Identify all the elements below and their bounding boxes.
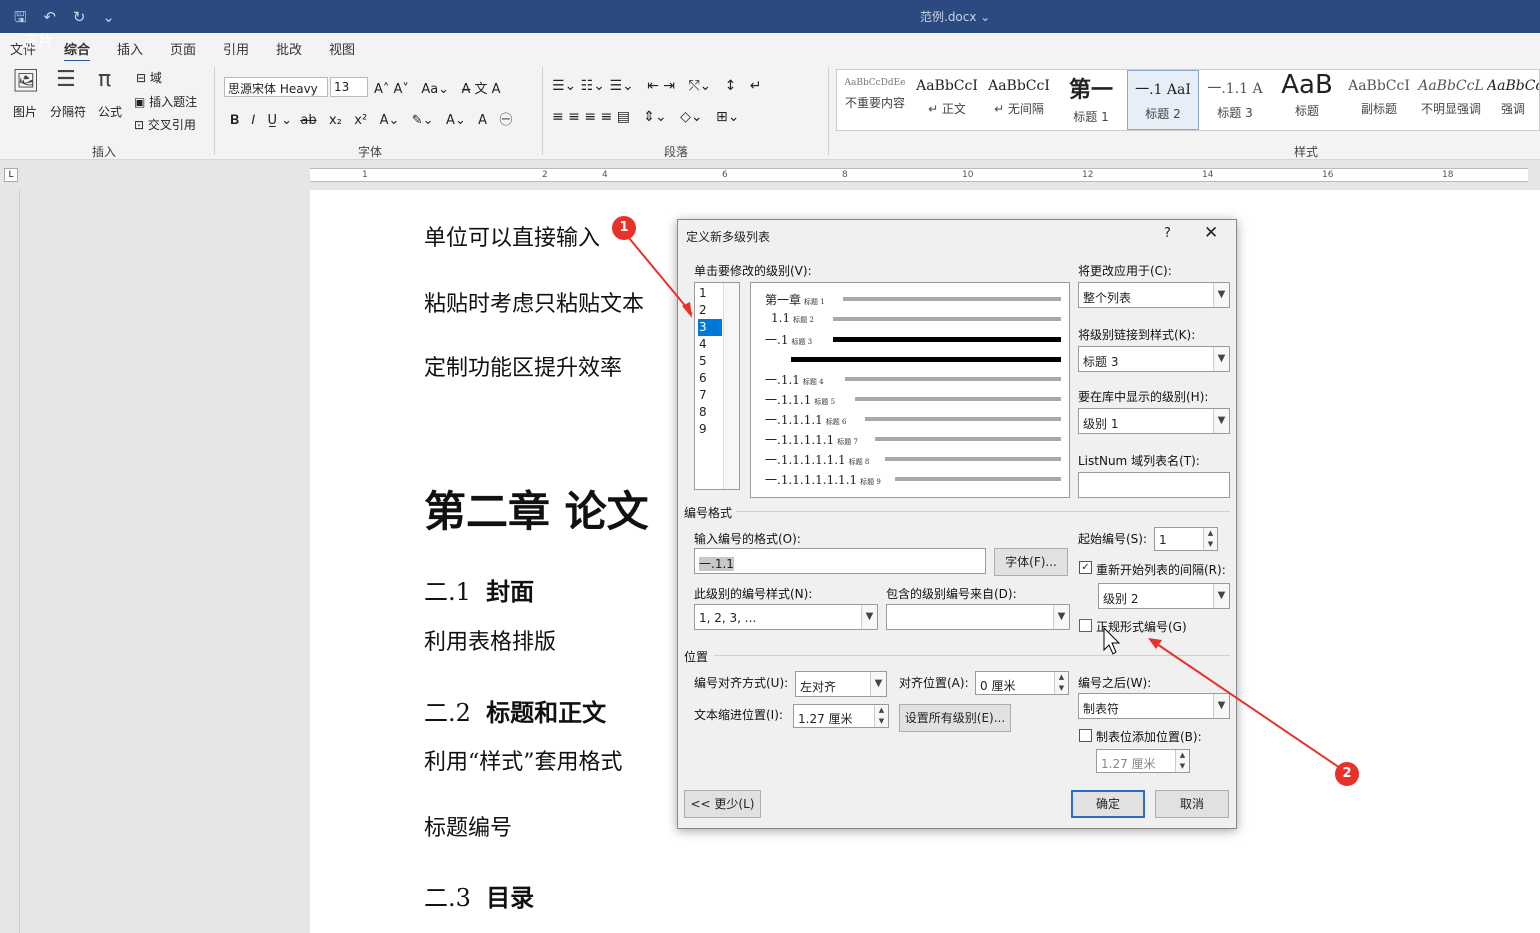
callout-badge-2: 2 xyxy=(1335,762,1359,786)
mouse-cursor-icon xyxy=(1103,626,1121,655)
callout-badge-1: 1 xyxy=(612,216,636,240)
arrow-head-2 xyxy=(1148,638,1162,649)
annotation-arrows xyxy=(623,231,1347,773)
arrow-line-1 xyxy=(623,231,693,315)
arrow-line-2 xyxy=(1153,641,1347,773)
